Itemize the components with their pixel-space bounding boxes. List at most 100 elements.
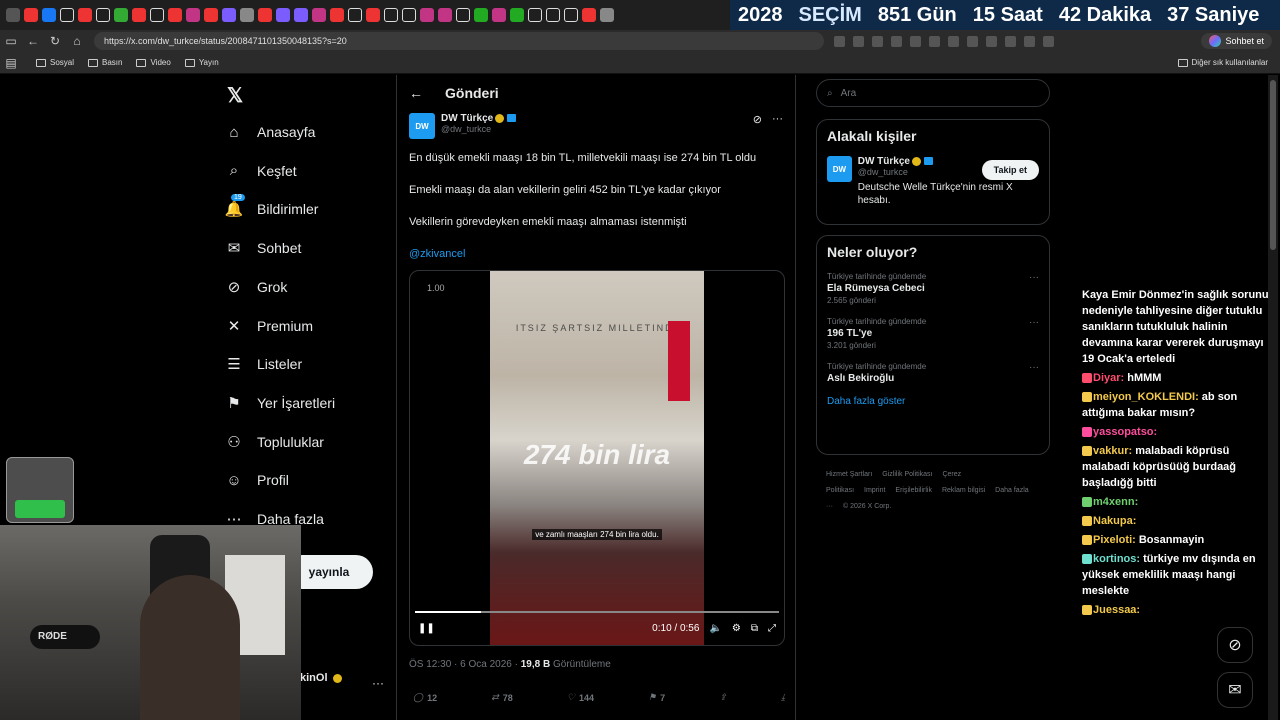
sidebar-item-keşfet[interactable]: ⌕ Keşfet xyxy=(225,162,297,180)
post-author[interactable]: DW DW Türkçe @dw_turkce xyxy=(409,113,517,139)
bookmark-button[interactable]: ⚑ 7 xyxy=(648,692,665,703)
author-handle[interactable]: @dw_turkce xyxy=(441,124,516,134)
browser-tab-icon[interactable] xyxy=(240,8,254,22)
browser-tab-icon[interactable] xyxy=(384,8,398,22)
extension-icon[interactable] xyxy=(948,35,959,47)
extension-icon[interactable] xyxy=(834,35,845,47)
back-arrow-icon[interactable]: ← xyxy=(409,85,423,101)
trend-item[interactable]: Türkiye tarihinde gündemde 196 TL'ye 3.2… xyxy=(827,317,1039,350)
download-button[interactable]: ⤓ xyxy=(781,692,785,703)
browser-tab-icon[interactable] xyxy=(42,8,56,22)
browser-tab-icon[interactable] xyxy=(456,8,470,22)
chat-button[interactable]: Sohbet et xyxy=(1201,33,1272,49)
trend-more-icon[interactable]: ··· xyxy=(1029,362,1039,373)
avatar[interactable]: DW xyxy=(827,156,852,182)
chat-username[interactable]: kortinos: xyxy=(1093,553,1143,565)
related-person[interactable]: DW DW Türkçe @dw_turkce Deutsche Welle T… xyxy=(827,156,1039,207)
chat-username[interactable]: meiyon_KOKLENDI: xyxy=(1093,391,1202,403)
browser-tab-icon[interactable] xyxy=(438,8,452,22)
browser-tab-icon[interactable] xyxy=(204,8,218,22)
footer-link[interactable]: Reklam bilgisi xyxy=(942,487,985,494)
sidebar-item-listeler[interactable]: ☰ Listeler xyxy=(225,355,302,373)
sidebar-toggle-icon[interactable]: ▭ xyxy=(0,34,22,48)
browser-tab-icon[interactable] xyxy=(564,8,578,22)
browser-tab-icon[interactable] xyxy=(528,8,542,22)
chat-username[interactable]: Juessaa: xyxy=(1093,604,1140,616)
browser-tab-icon[interactable] xyxy=(168,8,182,22)
trend-more-icon[interactable]: ··· xyxy=(1029,272,1039,283)
browser-tab-icon[interactable] xyxy=(348,8,362,22)
extension-icon[interactable] xyxy=(1024,35,1035,47)
browser-tab-icon[interactable] xyxy=(60,8,74,22)
sidebar-item-premium[interactable]: ✕ Premium xyxy=(225,317,313,335)
extension-icon[interactable] xyxy=(910,35,921,47)
fullscreen-icon[interactable]: ⤢ xyxy=(768,623,776,634)
chat-username[interactable]: Diyar: xyxy=(1093,372,1127,384)
browser-tab-icon[interactable] xyxy=(276,8,290,22)
reload-icon[interactable]: ↻ xyxy=(44,34,66,48)
pause-icon[interactable]: ❚❚ xyxy=(418,623,435,634)
pip-icon[interactable]: ⧉ xyxy=(751,623,758,634)
messages-fab-icon[interactable]: ✉ xyxy=(1217,672,1253,708)
sidebar-item-sohbet[interactable]: ✉ Sohbet xyxy=(225,239,302,257)
browser-tab-icon[interactable] xyxy=(78,8,92,22)
browser-tab-icon[interactable] xyxy=(474,8,488,22)
browser-tab-icon[interactable] xyxy=(222,8,236,22)
volume-icon[interactable]: 🔈 xyxy=(709,623,721,634)
sidebar-item-anasayfa[interactable]: ⌂ Anasayfa xyxy=(225,123,315,141)
settings-icon[interactable]: ⚙ xyxy=(732,623,741,634)
bookmark-video[interactable]: Video xyxy=(136,58,171,67)
mention-link[interactable]: @zkivancel xyxy=(409,248,465,260)
footer-link[interactable]: Erişilebilirlik xyxy=(895,487,932,494)
browser-tab-icon[interactable] xyxy=(600,8,614,22)
chat-username[interactable]: m4xenn: xyxy=(1093,496,1138,508)
chat-username[interactable]: Pixeloti: xyxy=(1093,534,1139,546)
reply-button[interactable]: ◯ 12 xyxy=(413,692,437,703)
browser-tab-icon[interactable] xyxy=(96,8,110,22)
sidebar-item-profil[interactable]: ☺ Profil xyxy=(225,471,289,489)
back-icon[interactable]: ← xyxy=(22,34,44,48)
extension-icon[interactable] xyxy=(1043,35,1054,47)
bookmark-sosyal[interactable]: Sosyal xyxy=(36,58,74,67)
extension-icon[interactable] xyxy=(1005,35,1016,47)
search-input[interactable]: ⌕ Ara xyxy=(816,79,1050,107)
like-button[interactable]: ♡ 144 xyxy=(567,692,594,703)
collections-icon[interactable]: ▤ xyxy=(0,56,22,70)
home-icon[interactable]: ⌂ xyxy=(66,34,88,48)
extension-icon[interactable] xyxy=(929,35,940,47)
grok-icon[interactable]: ⊘ xyxy=(753,113,762,126)
chat-username[interactable]: Nakupa: xyxy=(1093,515,1136,527)
browser-tab-icon[interactable] xyxy=(402,8,416,22)
browser-tab-icon[interactable] xyxy=(366,8,380,22)
account-switcher[interactable]: kinOl xyxy=(300,672,342,684)
browser-tab-icon[interactable] xyxy=(420,8,434,22)
follow-button[interactable]: Takip et xyxy=(981,160,1039,180)
browser-tab-icon[interactable] xyxy=(186,8,200,22)
browser-tab-icon[interactable] xyxy=(330,8,344,22)
browser-tab-icon[interactable] xyxy=(546,8,560,22)
browser-tab-icon[interactable] xyxy=(114,8,128,22)
trend-item[interactable]: Türkiye tarihinde gündemde Aslı Bekiroğl… xyxy=(827,362,1039,384)
video-frame[interactable]: ITSIZ ŞARTSIZ MILLETINDI 274 bin lira ve… xyxy=(490,271,704,645)
more-options-icon[interactable]: ··· xyxy=(772,113,783,126)
related-name[interactable]: DW Türkçe xyxy=(858,156,910,167)
browser-tab-icon[interactable] xyxy=(6,8,20,22)
grok-fab-icon[interactable]: ⊘ xyxy=(1217,627,1253,663)
avatar[interactable]: DW xyxy=(409,113,435,139)
sidebar-item-grok[interactable]: ⊘ Grok xyxy=(225,278,288,296)
browser-tab-icon[interactable] xyxy=(294,8,308,22)
sidebar-item-bildirimler[interactable]: 🔔 19 Bildirimler xyxy=(225,194,318,218)
bookmark-yayin[interactable]: Yayın xyxy=(184,58,219,67)
scrollbar[interactable] xyxy=(1268,75,1278,720)
url-field[interactable]: https://x.com/dw_turkce/status/200847110… xyxy=(94,32,824,50)
other-bookmarks[interactable]: Diğer sık kullanılanlar xyxy=(1177,58,1268,67)
footer-link[interactable]: © 2026 X Corp. xyxy=(843,503,891,510)
trend-item[interactable]: Türkiye tarihinde gündemde Ela Rümeysa C… xyxy=(827,272,1039,305)
video-player[interactable]: 1.00 ITSIZ ŞARTSIZ MILLETINDI 274 bin li… xyxy=(409,270,785,646)
footer-link[interactable]: Hizmet Şartları xyxy=(826,471,872,478)
post-time[interactable]: ÖS 12:30 · 6 Oca 2026 · xyxy=(409,659,518,670)
browser-tab-icon[interactable] xyxy=(150,8,164,22)
author-name[interactable]: DW Türkçe xyxy=(441,113,493,124)
scrollbar-thumb[interactable] xyxy=(1270,80,1276,250)
chat-username[interactable]: yassopatso: xyxy=(1093,426,1157,438)
